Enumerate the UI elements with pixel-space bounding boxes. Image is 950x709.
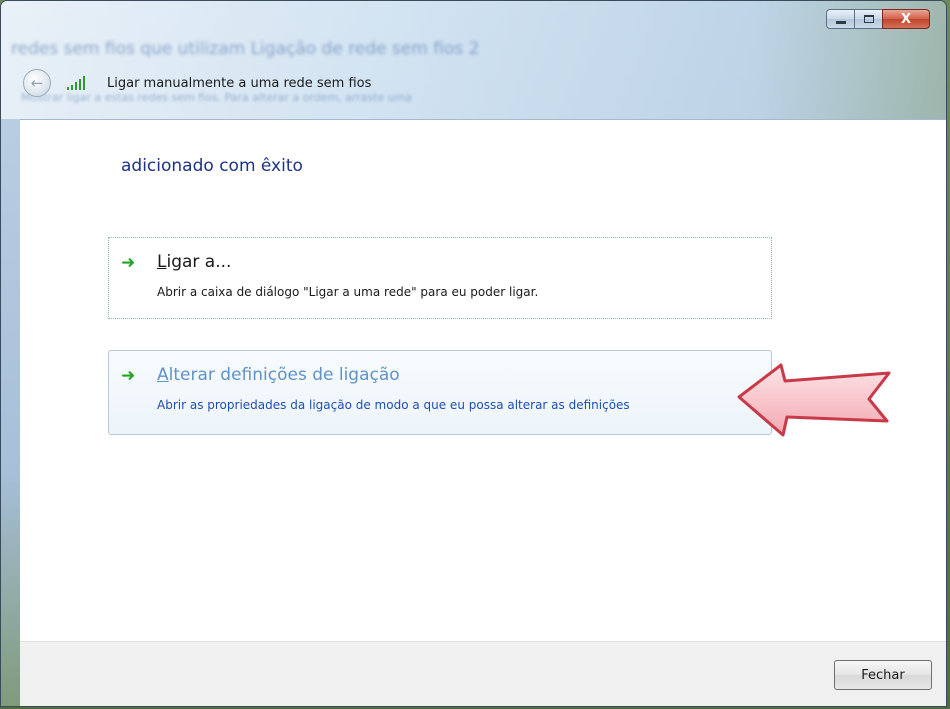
option-description: Abrir a caixa de diálogo "Ligar a uma re…: [157, 285, 539, 299]
background-window-text: redes sem fios que utilizam Ligação de r…: [11, 39, 480, 59]
green-arrow-icon: ➜: [121, 253, 136, 273]
wizard-footer: Fechar: [20, 641, 946, 706]
title-bar: redes sem fios que utilizam Ligação de r…: [1, 1, 946, 119]
wizard-title: Ligar manualmente a uma rede sem fios: [107, 75, 372, 91]
option-title: Ligar a...: [157, 252, 232, 272]
option-description: Abrir as propriedades da ligação de modo…: [157, 398, 630, 412]
green-arrow-icon: ➜: [121, 366, 136, 386]
wireless-network-window: redes sem fios que utilizam Ligação de r…: [0, 0, 947, 707]
close-window-button[interactable]: X: [882, 9, 930, 29]
navigation-row: ← Ligar manualmente a uma rede sem fios: [23, 69, 371, 97]
minimize-icon: [835, 20, 846, 24]
window-frame-left: [1, 119, 20, 706]
minimize-button[interactable]: [826, 9, 854, 29]
close-icon: X: [900, 11, 912, 27]
maximize-button[interactable]: [854, 9, 882, 29]
caption-buttons: X: [826, 9, 930, 29]
change-connection-settings-option[interactable]: ➜ Alterar definições de ligação Abrir as…: [108, 350, 772, 435]
red-pointer-arrow-icon: [737, 363, 891, 437]
connect-to-option[interactable]: ➜ Ligar a... Abrir a caixa de diálogo "L…: [108, 237, 772, 319]
maximize-icon: [863, 15, 874, 23]
page-heading: adicionado com êxito: [121, 156, 303, 176]
wireless-signal-icon: [67, 76, 89, 90]
option-title: Alterar definições de ligação: [157, 365, 400, 385]
screen: redes sem fios que utilizam Ligação de r…: [0, 0, 950, 709]
close-button[interactable]: Fechar: [834, 660, 932, 690]
back-arrow-icon: ←: [30, 74, 44, 92]
back-button[interactable]: ←: [23, 69, 51, 97]
